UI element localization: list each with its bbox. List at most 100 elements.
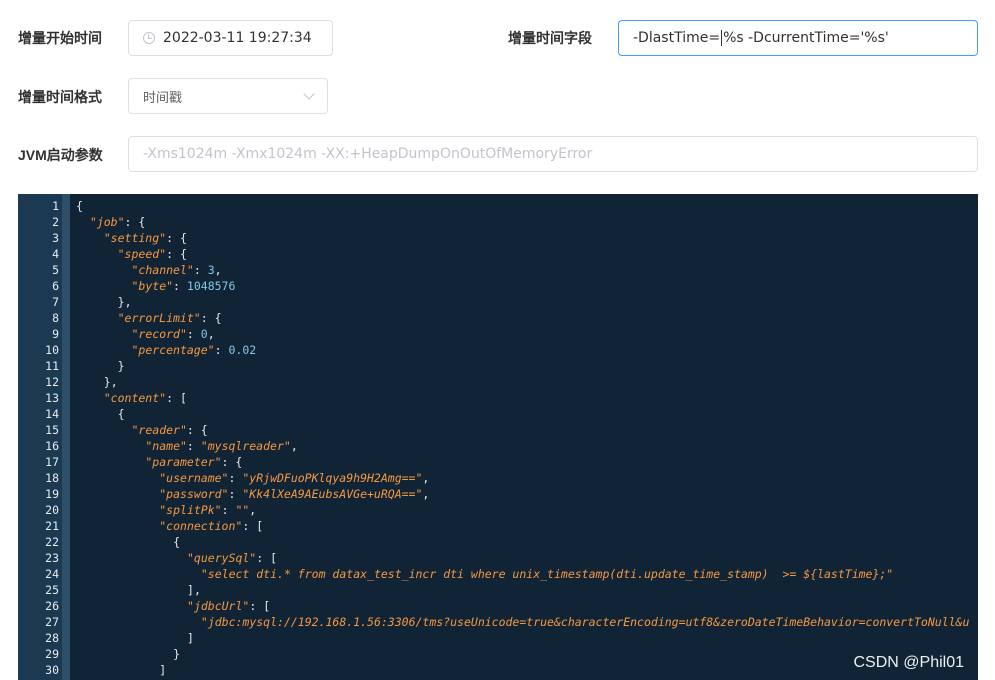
time-field-input[interactable]: -DlastTime= %s -DcurrentTime='%s'	[618, 20, 978, 56]
code-text: {	[117, 407, 125, 421]
code-line[interactable]: 19 "password": "Kk4lXeA9AEubsAVGe+uRQA==…	[18, 486, 978, 502]
line-number: 13	[45, 391, 59, 405]
start-time-picker[interactable]: 2022-03-11 19:27:34	[128, 20, 333, 56]
code-text: "record": 0,	[131, 327, 215, 341]
line-number: 9	[52, 327, 59, 341]
line-number: 24	[45, 567, 59, 581]
line-number: 11	[45, 359, 59, 373]
line-number: 21	[45, 519, 59, 533]
code-line[interactable]: 9 "record": 0,	[18, 326, 978, 342]
code-line[interactable]: 13 "content": [	[18, 390, 978, 406]
time-field-label: 增量时间字段	[508, 30, 592, 46]
code-line[interactable]: 10 "percentage": 0.02	[18, 342, 978, 358]
code-line[interactable]: 5 "channel": 3,	[18, 262, 978, 278]
code-line[interactable]: 14 {	[18, 406, 978, 422]
code-line[interactable]: 18 "username": "yRjwDFuoPKlqya9h9H2Amg==…	[18, 470, 978, 486]
time-format-label: 增量时间格式	[18, 89, 102, 105]
time-field-value-after: %s -DcurrentTime='%s'	[723, 30, 889, 46]
code-line[interactable]: 24 "select dti.* from datax_test_incr dt…	[18, 566, 978, 582]
code-line[interactable]: 2 "job": {	[18, 214, 978, 230]
code-line[interactable]: 8 "errorLimit": {	[18, 310, 978, 326]
code-text: "querySql": [	[187, 551, 278, 565]
code-text: ],	[187, 583, 201, 597]
code-line[interactable]: 4 "speed": {	[18, 246, 978, 262]
start-time-label: 增量开始时间	[18, 30, 102, 46]
line-number: 12	[45, 375, 59, 389]
line-number: 20	[45, 503, 59, 517]
jvm-input[interactable]: -Xms1024m -Xmx1024m -XX:+HeapDumpOnOutOf…	[128, 136, 978, 172]
code-line[interactable]: 23 "querySql": [	[18, 550, 978, 566]
chevron-down-icon	[303, 88, 315, 100]
code-text: "username": "yRjwDFuoPKlqya9h9H2Amg==",	[159, 471, 430, 485]
start-time-value: 2022-03-11 19:27:34	[163, 30, 312, 46]
code-line[interactable]: 22 {	[18, 534, 978, 550]
line-number: 10	[45, 343, 59, 357]
code-text: ]	[159, 663, 167, 677]
line-number: 22	[45, 535, 59, 549]
code-line[interactable]: 3 "setting": {	[18, 230, 978, 246]
code-line[interactable]: 12 },	[18, 374, 978, 390]
line-number: 2	[52, 215, 59, 229]
watermark: CSDN @Phil01	[853, 654, 965, 671]
code-text: },	[117, 295, 132, 309]
line-number: 18	[45, 471, 59, 485]
line-number: 26	[45, 599, 59, 613]
line-number: 17	[45, 455, 59, 469]
code-line[interactable]: 25 ],	[18, 582, 978, 598]
line-number: 8	[52, 311, 59, 325]
line-number: 5	[52, 263, 59, 277]
jvm-label: JVM启动参数	[18, 147, 103, 163]
code-text: "select dti.* from datax_test_incr dti w…	[200, 567, 894, 581]
code-line[interactable]: 29 }	[18, 646, 978, 662]
code-text: "content": [	[103, 391, 187, 405]
code-text: "setting": {	[103, 231, 187, 245]
code-line[interactable]: 30 ]	[18, 662, 978, 678]
line-number: 30	[45, 663, 59, 677]
code-text: "channel": 3,	[131, 263, 222, 277]
code-line[interactable]: 26 "jdbcUrl": [	[18, 598, 978, 614]
code-line[interactable]: 28 ]	[18, 630, 978, 646]
code-line[interactable]: 6 "byte": 1048576	[18, 278, 978, 294]
code-line[interactable]: 11 }	[18, 358, 978, 374]
code-text: "job": {	[89, 215, 146, 229]
code-line[interactable]: 20 "splitPk": "",	[18, 502, 978, 518]
code-text: "reader": {	[131, 423, 208, 437]
text-caret	[721, 30, 723, 46]
line-number: 4	[52, 247, 59, 261]
time-field-value-before: -DlastTime=	[633, 30, 721, 46]
code-text: "connection": [	[159, 519, 264, 533]
line-number: 16	[45, 439, 59, 453]
jvm-placeholder: -Xms1024m -Xmx1024m -XX:+HeapDumpOnOutOf…	[143, 146, 593, 162]
code-line[interactable]: 17 "parameter": {	[18, 454, 978, 470]
code-line[interactable]: 16 "name": "mysqlreader",	[18, 438, 978, 454]
line-number: 28	[45, 631, 59, 645]
line-number: 23	[45, 551, 59, 565]
code-text: {	[76, 199, 83, 213]
clock-icon	[143, 32, 155, 44]
code-text: }	[117, 359, 125, 373]
line-number: 6	[52, 279, 59, 293]
line-number: 14	[45, 407, 59, 421]
code-text: }	[173, 647, 181, 661]
code-text: {	[173, 535, 181, 549]
code-line[interactable]: 21 "connection": [	[18, 518, 978, 534]
code-line[interactable]: 1{	[18, 198, 978, 214]
json-code-editor[interactable]: 1{2 "job": {3 "setting": {4 "speed": {5 …	[18, 194, 978, 680]
code-line[interactable]: 7 },	[18, 294, 978, 310]
code-text: "errorLimit": {	[117, 311, 222, 325]
code-text: "name": "mysqlreader",	[145, 439, 298, 453]
line-number: 27	[45, 615, 59, 629]
time-format-select[interactable]: 时间戳	[128, 78, 328, 114]
code-text: ]	[187, 631, 194, 645]
code-text: "percentage": 0.02	[131, 343, 257, 357]
line-number: 29	[45, 647, 59, 661]
code-line[interactable]: 27 "jdbc:mysql://192.168.1.56:3306/tms?u…	[18, 614, 978, 630]
line-number: 3	[52, 231, 59, 245]
code-line[interactable]: 15 "reader": {	[18, 422, 978, 438]
code-text: },	[103, 375, 118, 389]
code-text: "byte": 1048576	[131, 279, 236, 293]
code-text: "splitPk": "",	[159, 503, 257, 517]
code-text: "speed": {	[117, 247, 187, 261]
line-number: 7	[52, 295, 59, 309]
code-text: "jdbcUrl": [	[187, 599, 271, 613]
